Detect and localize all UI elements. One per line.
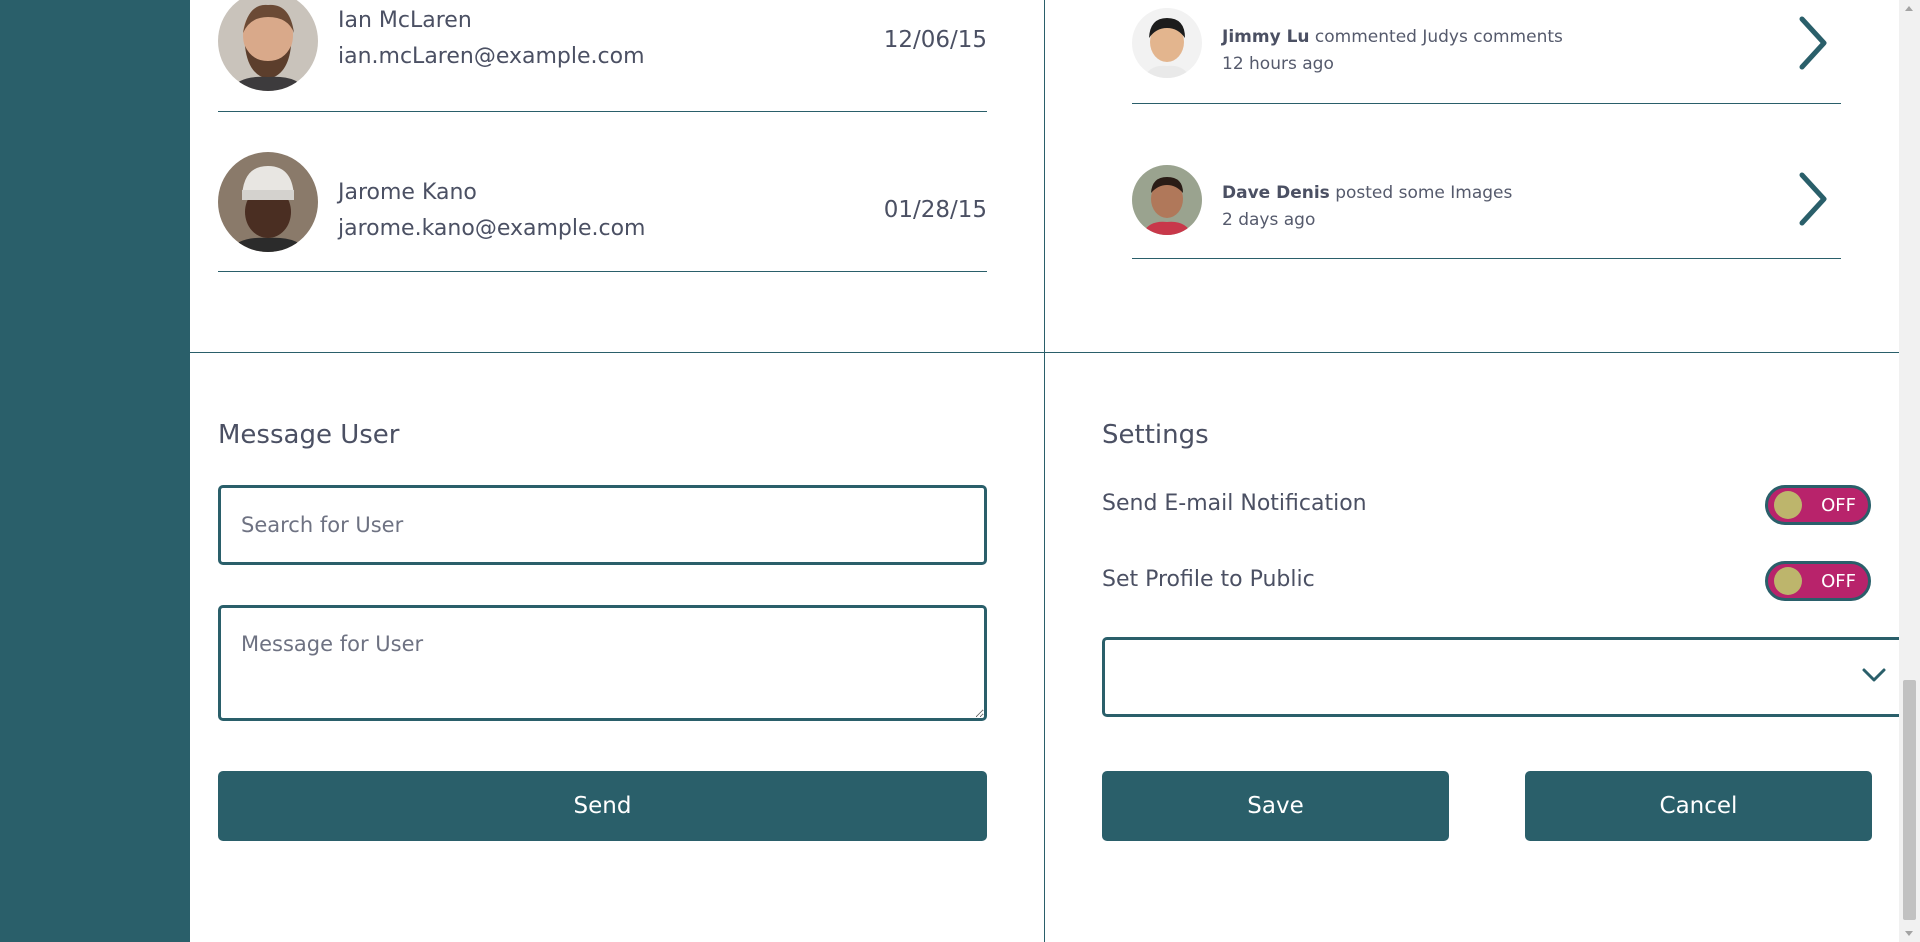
settings-dropdown[interactable] — [1102, 637, 1906, 717]
message-section-title: Message User — [218, 420, 400, 450]
member-date: 12/06/15 — [883, 27, 987, 53]
search-user-input[interactable] — [218, 485, 987, 565]
toggle-state: OFF — [1821, 571, 1856, 592]
member-email: ian.mcLaren@example.com — [338, 44, 645, 69]
scrollbar[interactable] — [1899, 0, 1920, 942]
settings-section-title: Settings — [1102, 420, 1209, 450]
email-notification-label: Send E-mail Notification — [1102, 491, 1367, 516]
member-name: Jarome Kano — [338, 180, 477, 205]
section-divider — [190, 352, 1899, 353]
email-notification-toggle[interactable]: OFF — [1765, 485, 1871, 525]
toggle-knob — [1774, 567, 1802, 595]
chevron-right-icon[interactable] — [1792, 13, 1832, 73]
public-profile-label: Set Profile to Public — [1102, 567, 1315, 592]
avatar — [218, 152, 318, 252]
column-divider — [1044, 0, 1045, 942]
member-row[interactable]: Ian McLaren ian.mcLaren@example.com 12/0… — [218, 0, 987, 112]
save-button[interactable]: Save — [1102, 771, 1449, 841]
activity-text: Dave Denis posted some Images — [1222, 183, 1512, 203]
activity-user: Jimmy Lu — [1222, 27, 1310, 47]
activity-user: Dave Denis — [1222, 183, 1330, 203]
toggle-knob — [1774, 491, 1802, 519]
member-email: jarome.kano@example.com — [338, 216, 646, 241]
activity-action: posted some Images — [1335, 183, 1513, 203]
avatar — [1132, 8, 1202, 78]
scroll-down-icon[interactable] — [1905, 931, 1913, 936]
activity-item[interactable]: Dave Denis posted some Images 2 days ago — [1132, 148, 1841, 259]
member-name: Ian McLaren — [338, 8, 472, 33]
activity-text: Jimmy Lu commented Judys comments — [1222, 27, 1563, 47]
public-profile-toggle[interactable]: OFF — [1765, 561, 1871, 601]
activity-item[interactable]: Jimmy Lu commented Judys comments 12 hou… — [1132, 0, 1841, 104]
avatar — [1132, 165, 1202, 235]
avatar — [218, 0, 318, 91]
toggle-state: OFF — [1821, 495, 1856, 516]
scroll-up-icon[interactable] — [1905, 6, 1913, 11]
activity-time: 12 hours ago — [1222, 54, 1334, 74]
send-button[interactable]: Send — [218, 771, 987, 841]
scrollbar-thumb[interactable] — [1903, 680, 1916, 920]
message-textarea[interactable] — [218, 605, 987, 721]
sidebar — [0, 0, 190, 942]
chevron-right-icon[interactable] — [1792, 169, 1832, 229]
activity-time: 2 days ago — [1222, 210, 1316, 230]
activity-action: commented Judys comments — [1314, 27, 1563, 47]
main-content: Ian McLaren ian.mcLaren@example.com 12/0… — [190, 0, 1906, 942]
member-date: 01/28/15 — [883, 197, 987, 223]
cancel-button[interactable]: Cancel — [1525, 771, 1872, 841]
member-row[interactable]: Jarome Kano jarome.kano@example.com 01/2… — [218, 151, 987, 272]
chevron-down-icon — [1862, 668, 1886, 682]
